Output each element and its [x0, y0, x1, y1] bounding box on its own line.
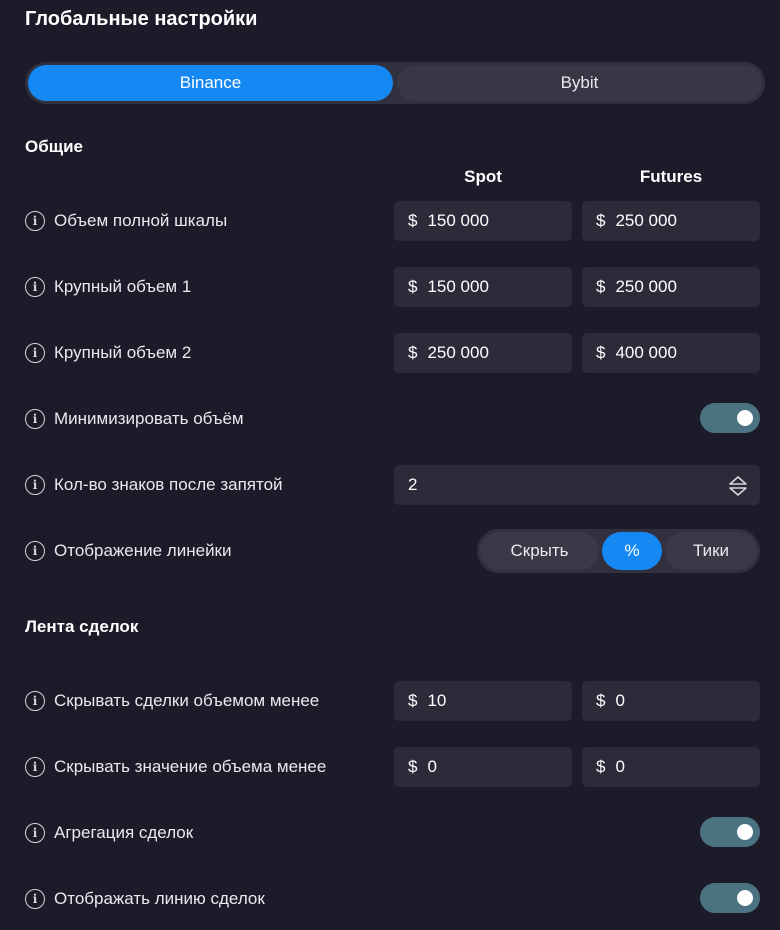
full-scale-volume-futures-input[interactable]: $ 250 000 [582, 201, 760, 241]
setting-label: Крупный объем 1 [54, 277, 192, 296]
decimal-places-stepper[interactable]: 2 [394, 465, 760, 505]
large-volume-1-futures-input[interactable]: $ 250 000 [582, 267, 760, 307]
up-down-arrows-icon[interactable] [728, 475, 748, 497]
currency-symbol: $ [596, 691, 606, 710]
trade-aggregation-toggle[interactable] [700, 817, 760, 847]
ruler-option-hide[interactable]: Скрыть [480, 532, 599, 570]
setting-label: Скрывать значение объема менее [54, 757, 327, 776]
input-value: 0 [427, 757, 437, 776]
large-volume-2-spot-input[interactable]: $ 250 000 [394, 333, 572, 373]
input-value: 0 [615, 757, 625, 776]
currency-symbol: $ [408, 343, 418, 362]
full-scale-volume-spot-input[interactable]: $ 150 000 [394, 201, 572, 241]
input-value: 400 000 [615, 343, 677, 362]
setting-label: Крупный объем 2 [54, 343, 192, 362]
currency-symbol: $ [596, 277, 606, 296]
setting-row-large-volume-2: i Крупный объем 2 $ 250 000 $ 400 000 [25, 333, 760, 373]
setting-label: Отображать линию сделок [54, 889, 265, 908]
large-volume-1-spot-input[interactable]: $ 150 000 [394, 267, 572, 307]
info-icon[interactable]: i [25, 211, 45, 231]
setting-row-show-trade-line: i Отображать линию сделок [25, 879, 760, 919]
hide-trades-below-futures-input[interactable]: $ 0 [582, 681, 760, 721]
setting-row-large-volume-1: i Крупный объем 1 $ 150 000 $ 250 000 [25, 267, 760, 307]
setting-row-hide-trades-below: i Скрывать сделки объемом менее $ 10 $ 0 [25, 681, 760, 721]
info-icon[interactable]: i [25, 691, 45, 711]
setting-row-ruler-display: i Отображение линейки Скрыть % Тики [25, 529, 760, 573]
section-title-trades-feed: Лента сделок [25, 617, 139, 636]
info-icon[interactable]: i [25, 889, 45, 909]
input-value: 250 000 [615, 211, 677, 230]
info-icon[interactable]: i [25, 823, 45, 843]
tab-binance[interactable]: Binance [28, 65, 393, 101]
setting-label: Минимизировать объём [54, 409, 244, 428]
input-value: 10 [427, 691, 447, 710]
toggle-knob [737, 824, 753, 840]
setting-label: Объем полной шкалы [54, 211, 228, 230]
global-settings-panel: Глобальные настройки Binance Bybit Общие… [0, 0, 780, 930]
info-icon[interactable]: i [25, 409, 45, 429]
setting-row-trade-aggregation: i Агрегация сделок [25, 813, 760, 853]
setting-label: Агрегация сделок [54, 823, 194, 842]
toggle-knob [737, 410, 753, 426]
input-value: 150 000 [427, 211, 489, 230]
setting-label: Отображение линейки [54, 541, 232, 560]
ruler-option-percent[interactable]: % [602, 532, 662, 570]
toggle-knob [737, 890, 753, 906]
setting-row-minimize-volume: i Минимизировать объём [25, 399, 760, 439]
currency-symbol: $ [408, 211, 418, 230]
ruler-option-ticks[interactable]: Тики [665, 532, 757, 570]
input-value: 250 000 [615, 277, 677, 296]
hide-trades-below-spot-input[interactable]: $ 10 [394, 681, 572, 721]
setting-label: Скрывать сделки объемом менее [54, 691, 320, 710]
info-icon[interactable]: i [25, 541, 45, 561]
currency-symbol: $ [596, 343, 606, 362]
currency-symbol: $ [408, 277, 418, 296]
info-icon[interactable]: i [25, 343, 45, 363]
input-value: 0 [615, 691, 625, 710]
hide-volume-value-below-futures-input[interactable]: $ 0 [582, 747, 760, 787]
input-value: 250 000 [427, 343, 489, 362]
setting-row-hide-volume-value-below: i Скрывать значение объема менее $ 0 $ 0 [25, 747, 760, 787]
exchange-tabs: Binance Bybit [25, 62, 765, 104]
ruler-display-segmented-control: Скрыть % Тики [477, 529, 760, 573]
currency-symbol: $ [408, 691, 418, 710]
currency-symbol: $ [408, 757, 418, 776]
currency-symbol: $ [596, 211, 606, 230]
setting-label: Кол-во знаков после запятой [54, 475, 283, 494]
setting-row-full-scale-volume: i Объем полной шкалы $ 150 000 $ 250 000 [25, 201, 760, 241]
large-volume-2-futures-input[interactable]: $ 400 000 [582, 333, 760, 373]
show-trade-line-toggle[interactable] [700, 883, 760, 913]
tab-bybit[interactable]: Bybit [397, 65, 762, 101]
input-value: 2 [408, 475, 418, 494]
hide-volume-value-below-spot-input[interactable]: $ 0 [394, 747, 572, 787]
info-icon[interactable]: i [25, 277, 45, 297]
column-header-spot: Spot [464, 167, 502, 186]
info-icon[interactable]: i [25, 475, 45, 495]
setting-row-decimal-places: i Кол-во знаков после запятой 2 [25, 465, 760, 505]
input-value: 150 000 [427, 277, 489, 296]
column-header-futures: Futures [639, 167, 703, 186]
currency-symbol: $ [596, 757, 606, 776]
minimize-volume-toggle[interactable] [700, 403, 760, 433]
info-icon[interactable]: i [25, 757, 45, 777]
page-title: Глобальные настройки [25, 8, 258, 30]
section-title-general: Общие [25, 137, 83, 156]
